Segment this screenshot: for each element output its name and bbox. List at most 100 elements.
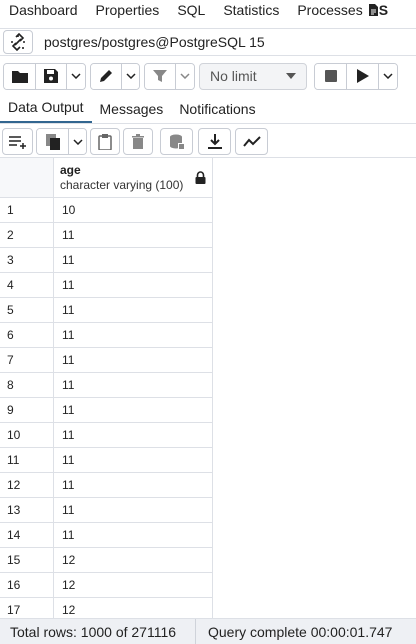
stop-button[interactable] (315, 63, 347, 89)
add-row-button[interactable] (2, 128, 33, 155)
column-name: age (60, 163, 81, 177)
connection-status-button[interactable] (3, 30, 33, 54)
top-nav: Dashboard Properties SQL Statistics Proc… (0, 0, 416, 20)
caret-down-icon (286, 73, 296, 79)
cell-age[interactable]: 11 (54, 248, 213, 272)
tab-statistics[interactable]: Statistics (214, 2, 288, 19)
query-toolbar: No limit (0, 60, 416, 92)
grid-body: 1 10 2 11 3 11 4 11 5 11 6 11 7 11 8 11 9 11 10 11 11 11 12 11 1… (0, 198, 213, 623)
grid-header: age character varying (100) (0, 158, 213, 198)
connection-link-icon (11, 33, 25, 51)
row-number[interactable]: 15 (0, 548, 54, 572)
row-number[interactable]: 3 (0, 248, 54, 272)
open-file-button[interactable] (4, 63, 36, 89)
copy-button-group (36, 128, 87, 155)
database-save-icon (169, 134, 185, 150)
tab-messages[interactable]: Messages (92, 101, 172, 123)
cell-age[interactable]: 11 (54, 223, 213, 247)
table-row[interactable]: 16 12 (0, 573, 213, 598)
table-row[interactable]: 15 12 (0, 548, 213, 573)
line-chart-icon (242, 135, 261, 147)
cell-age[interactable]: 11 (54, 448, 213, 472)
cell-age[interactable]: 11 (54, 473, 213, 497)
tab-sql[interactable]: SQL (168, 2, 214, 19)
execute-button[interactable] (347, 63, 379, 89)
cell-age[interactable]: 11 (54, 498, 213, 522)
chevron-down-icon (72, 138, 83, 145)
tab-query-tool[interactable]: S (367, 2, 388, 18)
row-number[interactable]: 5 (0, 298, 54, 322)
download-button[interactable] (198, 128, 231, 155)
column-type: character varying (100) (60, 178, 184, 192)
tab-data-output[interactable]: Data Output (0, 99, 92, 123)
table-row[interactable]: 10 11 (0, 423, 213, 448)
cell-age[interactable]: 11 (54, 348, 213, 372)
row-number[interactable]: 8 (0, 373, 54, 397)
filter-button[interactable] (145, 63, 176, 89)
save-dropdown-button[interactable] (67, 63, 85, 89)
table-row[interactable]: 1 10 (0, 198, 213, 223)
table-row[interactable]: 9 11 (0, 398, 213, 423)
edit-dropdown-button[interactable] (122, 63, 139, 89)
table-row[interactable]: 12 11 (0, 473, 213, 498)
table-row[interactable]: 4 11 (0, 273, 213, 298)
execute-dropdown-button[interactable] (379, 63, 397, 89)
filter-icon (153, 70, 167, 82)
row-number[interactable]: 7 (0, 348, 54, 372)
table-row[interactable]: 14 11 (0, 523, 213, 548)
cell-age[interactable]: 11 (54, 298, 213, 322)
delete-button[interactable] (123, 128, 153, 155)
paste-button[interactable] (90, 128, 120, 155)
table-row[interactable]: 8 11 (0, 373, 213, 398)
status-bar: Total rows: 1000 of 271116 Query complet… (0, 618, 416, 644)
column-header-age[interactable]: age character varying (100) (54, 158, 213, 197)
edit-button[interactable] (91, 63, 122, 89)
tab-notifications[interactable]: Notifications (171, 101, 263, 123)
row-number-header[interactable] (0, 158, 54, 197)
copy-dropdown-button[interactable] (69, 129, 86, 154)
data-grid: age character varying (100) 1 10 2 11 3 11 4 11… (0, 158, 213, 623)
row-number[interactable]: 16 (0, 573, 54, 597)
table-row[interactable]: 6 11 (0, 323, 213, 348)
cell-age[interactable]: 11 (54, 423, 213, 447)
cell-age[interactable]: 11 (54, 273, 213, 297)
tab-properties[interactable]: Properties (87, 2, 169, 19)
row-number[interactable]: 6 (0, 323, 54, 347)
save-data-button[interactable] (160, 128, 193, 155)
table-row[interactable]: 3 11 (0, 248, 213, 273)
table-row[interactable]: 13 11 (0, 498, 213, 523)
download-icon (207, 133, 222, 149)
cell-age[interactable]: 11 (54, 373, 213, 397)
cell-age[interactable]: 11 (54, 398, 213, 422)
row-number[interactable]: 4 (0, 273, 54, 297)
filter-dropdown-button[interactable] (176, 63, 194, 89)
cell-age[interactable]: 12 (54, 548, 213, 572)
tab-processes[interactable]: Processes (288, 2, 366, 19)
file-button-group (3, 62, 86, 90)
row-number[interactable]: 9 (0, 398, 54, 422)
row-number[interactable]: 1 (0, 198, 54, 222)
table-row[interactable]: 11 11 (0, 448, 213, 473)
table-row[interactable]: 7 11 (0, 348, 213, 373)
save-file-button[interactable] (36, 63, 67, 89)
table-row[interactable]: 5 11 (0, 298, 213, 323)
add-row-icon (8, 135, 26, 149)
row-number[interactable]: 2 (0, 223, 54, 247)
cell-age[interactable]: 11 (54, 323, 213, 347)
cell-age[interactable]: 12 (54, 573, 213, 597)
row-number[interactable]: 11 (0, 448, 54, 472)
copy-button[interactable] (37, 129, 69, 154)
pencil-icon (100, 70, 112, 82)
row-number[interactable]: 12 (0, 473, 54, 497)
row-number[interactable]: 10 (0, 423, 54, 447)
table-row[interactable]: 2 11 (0, 223, 213, 248)
lock-icon (195, 171, 206, 189)
connection-label[interactable]: postgres/postgres@PostgreSQL 15 (44, 34, 265, 50)
tab-dashboard[interactable]: Dashboard (0, 2, 87, 19)
row-number[interactable]: 13 (0, 498, 54, 522)
cell-age[interactable]: 11 (54, 523, 213, 547)
graph-visualiser-button[interactable] (235, 128, 268, 155)
row-limit-select[interactable]: No limit (199, 62, 307, 90)
row-number[interactable]: 14 (0, 523, 54, 547)
cell-age[interactable]: 10 (54, 198, 213, 222)
